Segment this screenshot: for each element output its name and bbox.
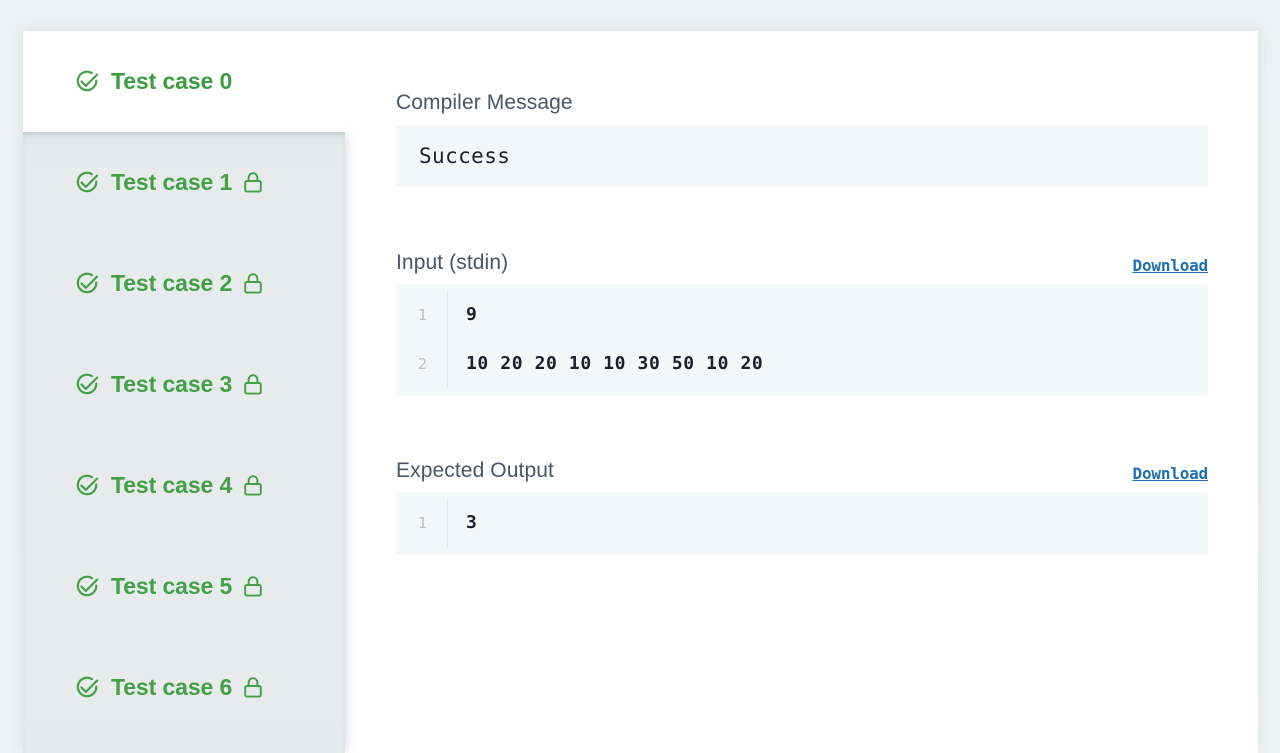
sidebar-item-label: Test case 4 bbox=[111, 472, 233, 498]
check-circle-icon bbox=[76, 373, 99, 395]
check-circle-icon bbox=[76, 575, 99, 597]
test-case-list-panel: Test case 1 Test case 2 Test case 3 Test… bbox=[23, 132, 345, 753]
sidebar-item-test-case-1[interactable]: Test case 1 bbox=[23, 132, 345, 233]
sidebar-item-label: Test case 5 bbox=[111, 573, 233, 599]
sidebar-item-label: Test case 6 bbox=[111, 674, 233, 700]
sidebar-item-test-case-4[interactable]: Test case 4 bbox=[23, 435, 345, 536]
lock-icon bbox=[244, 172, 262, 193]
input-header: Input (stdin) Download bbox=[396, 249, 1208, 275]
compiler-message-header: Compiler Message bbox=[396, 89, 1208, 115]
compiler-message-text: Success bbox=[419, 144, 511, 168]
download-expected-output-link[interactable]: Download bbox=[1133, 464, 1209, 483]
expected-output-code-block: 1 3 bbox=[396, 492, 1208, 555]
line-content: 9 bbox=[466, 304, 478, 325]
code-line: 1 3 bbox=[396, 498, 1208, 547]
sidebar-item-test-case-2[interactable]: Test case 2 bbox=[23, 233, 345, 334]
expected-output-title: Expected Output bbox=[396, 459, 554, 482]
result-detail-panel: Compiler Message Success Input (stdin) D… bbox=[396, 31, 1258, 753]
line-number: 1 bbox=[396, 498, 448, 547]
lock-icon bbox=[244, 273, 262, 294]
expected-output-header: Expected Output Download bbox=[396, 457, 1208, 483]
sidebar-item-test-case-5[interactable]: Test case 5 bbox=[23, 536, 345, 637]
lock-icon bbox=[244, 677, 262, 698]
expected-output-section: Expected Output Download 1 3 bbox=[396, 457, 1208, 555]
sidebar-item-test-case-0[interactable]: Test case 0 bbox=[23, 31, 345, 132]
line-content: 3 bbox=[466, 512, 478, 533]
check-circle-icon bbox=[76, 171, 99, 193]
check-circle-icon bbox=[76, 272, 99, 294]
sidebar-item-label: Test case 1 bbox=[111, 169, 233, 195]
input-section: Input (stdin) Download 1 9 2 10 20 20 10… bbox=[396, 249, 1208, 396]
test-case-sidebar: Test case 0 Test case 1 Test case 2 Test… bbox=[23, 31, 345, 753]
lock-icon bbox=[244, 374, 262, 395]
sidebar-item-test-case-3[interactable]: Test case 3 bbox=[23, 334, 345, 435]
lock-icon bbox=[244, 576, 262, 597]
code-line: 1 9 bbox=[396, 290, 1208, 339]
check-circle-icon bbox=[76, 474, 99, 496]
compiler-message-box: Success bbox=[396, 125, 1208, 187]
compiler-message-title: Compiler Message bbox=[396, 91, 573, 114]
code-line: 2 10 20 20 10 10 30 50 10 20 bbox=[396, 339, 1208, 388]
line-content: 10 20 20 10 10 30 50 10 20 bbox=[466, 353, 764, 374]
compiler-message-section: Compiler Message Success bbox=[396, 89, 1208, 187]
sidebar-item-label: Test case 0 bbox=[111, 68, 233, 94]
check-circle-icon bbox=[76, 676, 99, 698]
line-number: 1 bbox=[396, 290, 448, 339]
check-circle-icon bbox=[76, 70, 99, 92]
input-code-block: 1 9 2 10 20 20 10 10 30 50 10 20 bbox=[396, 284, 1208, 396]
download-input-link[interactable]: Download bbox=[1133, 256, 1209, 275]
sidebar-item-test-case-6[interactable]: Test case 6 bbox=[23, 637, 345, 738]
input-title: Input (stdin) bbox=[396, 251, 509, 274]
sidebar-item-label: Test case 3 bbox=[111, 371, 233, 397]
lock-icon bbox=[244, 475, 262, 496]
result-card: Test case 0 Test case 1 Test case 2 Test… bbox=[23, 31, 1258, 753]
sidebar-item-label: Test case 2 bbox=[111, 270, 233, 296]
line-number: 2 bbox=[396, 339, 448, 388]
